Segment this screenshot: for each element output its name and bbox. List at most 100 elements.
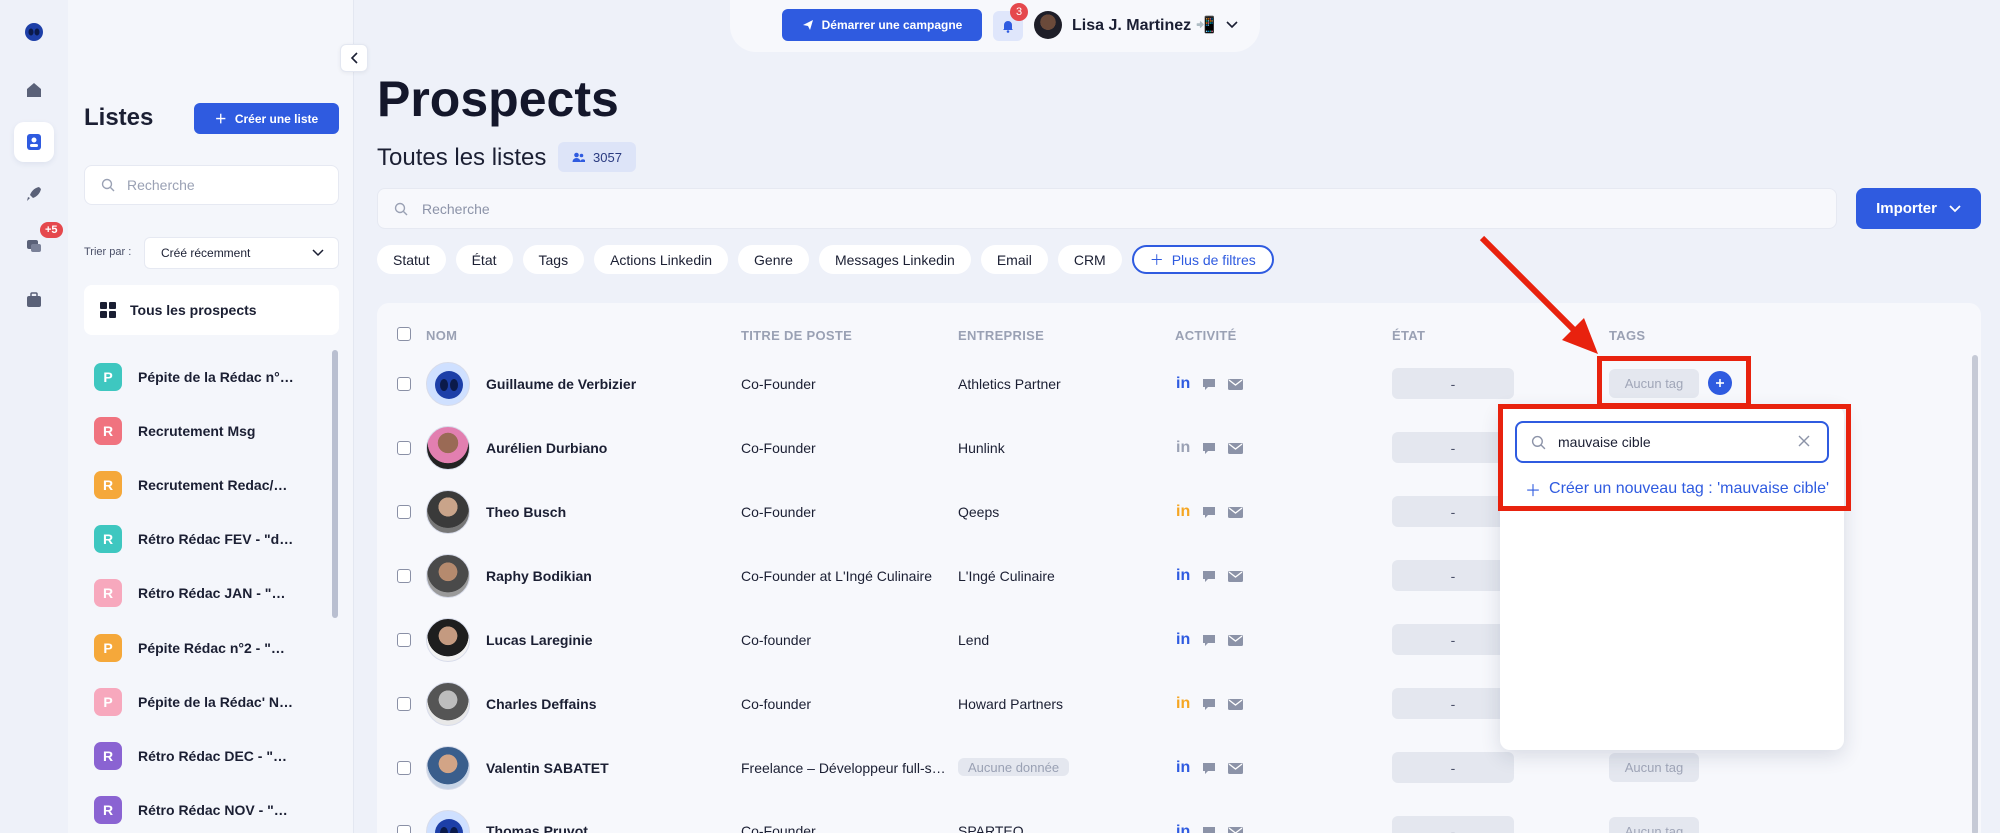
table-scrollbar[interactable] [1972,355,1978,833]
filter-chip-etat[interactable]: État [455,245,513,274]
linkedin-icon[interactable]: in [1176,375,1190,393]
state-pill[interactable]: - [1392,624,1514,655]
linkedin-icon[interactable]: in [1176,695,1190,713]
state-pill[interactable]: - [1392,560,1514,591]
rocket-icon[interactable] [14,174,54,214]
create-list-button[interactable]: ＋ Créer une liste [194,103,339,134]
mail-icon[interactable] [1228,506,1244,518]
prospect-name[interactable]: Theo Busch [486,504,566,520]
briefcase-icon[interactable] [14,280,54,320]
list-item[interactable]: R Rétro Rédac DEC - "… [94,741,324,771]
list-item[interactable]: P Pépite de la Rédac' N… [94,687,324,717]
list-item[interactable]: P Pépite de la Rédac n°… [94,362,324,392]
filter-chip-messages-linkedin[interactable]: Messages Linkedin [818,245,971,274]
list-name: Pépite Rédac n°2 - "… [138,640,285,656]
select-all-checkbox[interactable] [397,327,411,341]
mail-icon[interactable] [1228,570,1244,582]
filter-chip-crm[interactable]: CRM [1057,245,1122,274]
chat-icon[interactable] [1202,570,1216,583]
list-name: Rétro Rédac DEC - "… [138,748,287,764]
column-header-tags[interactable]: TAGS [1609,328,1645,343]
list-search-input[interactable]: Recherche [84,165,339,205]
import-button[interactable]: Importer [1856,188,1981,229]
column-header-title[interactable]: TITRE DE POSTE [741,328,852,343]
row-checkbox[interactable] [397,761,411,775]
lists-scrollbar[interactable] [332,350,338,618]
mail-icon[interactable] [1228,634,1244,646]
linkedin-icon[interactable]: in [1176,567,1190,585]
linkedin-icon[interactable]: in [1176,631,1190,649]
prospect-name[interactable]: Guillaume de Verbizier [486,376,636,392]
chat-icon[interactable] [1202,378,1216,391]
mail-icon[interactable] [1228,762,1244,774]
start-campaign-button[interactable]: Démarrer une campagne [782,9,982,41]
mail-icon[interactable] [1228,378,1244,390]
column-header-name[interactable]: NOM [426,328,457,343]
row-checkbox[interactable] [397,697,411,711]
state-pill[interactable]: - [1392,688,1514,719]
prospect-search-input[interactable]: Recherche [377,188,1837,229]
more-filters-button[interactable]: ＋ Plus de filtres [1131,245,1274,274]
filter-chip-tags[interactable]: Tags [522,245,585,274]
state-pill[interactable]: - [1392,752,1514,783]
row-checkbox[interactable] [397,633,411,647]
column-header-company[interactable]: ENTREPRISE [958,328,1044,343]
filter-chip-actions-linkedin[interactable]: Actions Linkedin [594,245,729,274]
tag-pill[interactable]: Aucun tag [1609,817,1699,833]
mail-icon[interactable] [1228,442,1244,454]
filter-chip-genre[interactable]: Genre [738,245,809,274]
state-pill[interactable]: - [1392,816,1514,833]
filter-chip-email[interactable]: Email [980,245,1048,274]
list-item[interactable]: P Pépite Rédac n°2 - "… [94,633,324,663]
company-name: Lend [958,632,990,648]
list-badge: R [94,471,122,499]
state-pill[interactable]: - [1392,368,1514,399]
lists-sidebar: Listes ＋ Créer une liste Recherche Trier… [68,0,354,833]
list-item[interactable]: R Rétro Rédac FEV - "d… [94,524,324,554]
home-icon[interactable] [14,70,54,110]
list-item[interactable]: R Rétro Rédac NOV - "… [94,795,324,825]
filter-chip-statut[interactable]: Statut [377,245,446,274]
collapse-sidebar-button[interactable] [340,44,368,72]
prospect-name[interactable]: Raphy Bodikian [486,568,592,584]
all-prospects-item[interactable]: Tous les prospects [84,285,339,335]
column-header-state[interactable]: ÉTAT [1392,328,1425,343]
column-header-activity[interactable]: ACTIVITÉ [1175,328,1237,343]
row-checkbox[interactable] [397,377,411,391]
state-pill[interactable]: - [1392,432,1514,463]
list-item[interactable]: R Recrutement Redac/… [94,470,324,500]
logo-icon[interactable] [14,12,54,52]
contacts-icon[interactable] [14,122,54,162]
chat-icon[interactable] [1202,762,1216,775]
prospect-name[interactable]: Lucas Lareginie [486,632,593,648]
prospect-name[interactable]: Aurélien Durbiano [486,440,607,456]
linkedin-icon[interactable]: in [1176,759,1190,777]
user-menu[interactable]: Lisa J. Martinez 📲 [1034,11,1238,39]
mail-icon[interactable] [1228,826,1244,833]
linkedin-icon[interactable]: in [1176,439,1190,457]
list-item[interactable]: R Rétro Rédac JAN - "… [94,578,324,608]
state-pill[interactable]: - [1392,496,1514,527]
sort-select[interactable]: Créé récemment [144,237,339,269]
linkedin-icon[interactable]: in [1176,823,1190,833]
linkedin-icon[interactable]: in [1176,503,1190,521]
prospect-name[interactable]: Charles Deffains [486,696,596,712]
job-title: Co-Founder [741,376,816,392]
list-item[interactable]: R Recrutement Msg [94,416,324,446]
chat-icon[interactable] [1202,826,1216,833]
tag-pill[interactable]: Aucun tag [1609,753,1699,782]
row-checkbox[interactable] [397,825,411,833]
chat-icon[interactable] [1202,506,1216,519]
chat-icon[interactable] [1202,442,1216,455]
chat-icon[interactable] [1202,698,1216,711]
annotation-highlight-dropdown [1498,404,1851,511]
activity-icons: in [1176,375,1244,393]
prospect-name[interactable]: Thomas Pruvot [486,823,588,833]
row-checkbox[interactable] [397,569,411,583]
mail-icon[interactable] [1228,698,1244,710]
row-checkbox[interactable] [397,505,411,519]
row-checkbox[interactable] [397,441,411,455]
prospect-name[interactable]: Valentin SABATET [486,760,609,776]
import-label: Importer [1876,200,1937,217]
chat-icon[interactable] [1202,634,1216,647]
